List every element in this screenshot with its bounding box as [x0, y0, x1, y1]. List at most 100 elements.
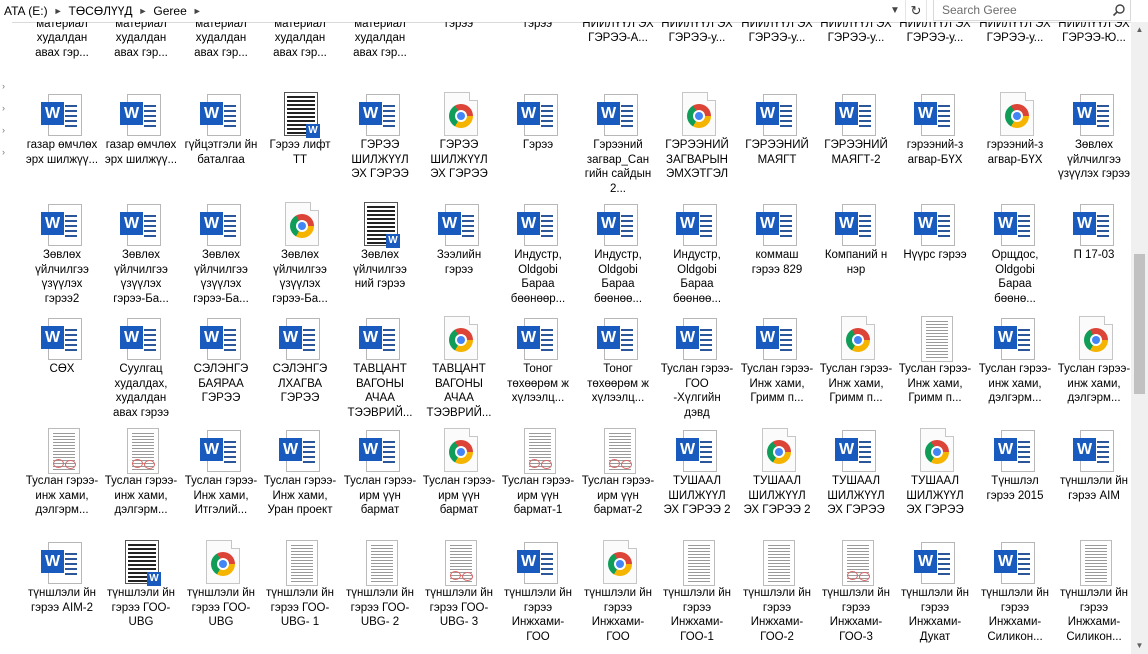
file-item[interactable]: Туслан гэрээ-ирм үүн бармат — [421, 428, 497, 518]
file-item[interactable]: W Зөвлөх үйлчилгээ үзүүлэх гэрээ2 — [24, 202, 100, 306]
file-item[interactable]: W ТАВЦАНТ ВАГОНЫ АЧАА ТЭЭВРИЙ... — [342, 316, 418, 420]
file-item[interactable]: түншлэли йн гэрээ ГОО-UBG- 3 — [421, 540, 497, 630]
file-item[interactable]: Wтүншлэли йн гэрээ AIM — [1056, 428, 1130, 503]
chevron-down-icon[interactable]: ▼ — [886, 0, 904, 21]
search-icon[interactable] — [1112, 3, 1126, 17]
file-item[interactable]: W Зөвлөх үйлчилгээ үзүүлэх гэрээ-Ба... — [183, 202, 259, 306]
file-item[interactable]: БЭЛТГЭН НИЙЛҮҮЛ ЭХ ГЭРЭЭ-у... — [977, 22, 1053, 46]
file-item[interactable]: W СЭЛЭНГЭ БАЯРАА ГЭРЭЭ — [183, 316, 259, 406]
file-item[interactable]: Wтүншлэли йн гэрээ Инжхами- ГОО — [500, 540, 576, 644]
file-item[interactable]: БЭЛТГЭН НИЙЛҮҮЛ ЭХ ГЭРЭЭ-Ю... — [1056, 22, 1130, 46]
file-item[interactable]: W Туслан гэрээ-Инж хами, Итгэлий... — [183, 428, 259, 518]
file-item[interactable]: W ТУШААЛ ШИЛЖҮҮЛ ЭХ ГЭРЭЭ — [818, 428, 894, 518]
file-item[interactable]: Wкоммаш гэрээ 829 — [739, 202, 815, 277]
chevron-right-icon[interactable]: ► — [191, 6, 204, 16]
file-item[interactable]: түншлэли йн гэрээ Инжхами- ГОО-1 — [659, 540, 735, 644]
file-item[interactable]: W Гэрээний загвар_Сан гийн сайдын 2... — [580, 92, 656, 196]
file-item[interactable]: Туслан гэрээ-Инж хами, Гримм п... — [897, 316, 973, 406]
file-item[interactable]: ТУШААЛ ШИЛЖҮҮЛ ЭХ ГЭРЭЭ 2 — [739, 428, 815, 518]
expand-chevron-icon[interactable]: › — [2, 126, 10, 135]
file-item[interactable]: бараа материал худалдан авах гэр... — [183, 22, 259, 60]
file-item[interactable]: Wтүншлэли йн гэрээ Инжхами- Дукат — [897, 540, 973, 644]
file-item[interactable]: бараа материал худалдан авах гэр... — [24, 22, 100, 60]
file-item[interactable]: Wтүншлэли йн гэрээ Инжхами- Силикон... — [977, 540, 1053, 644]
file-item[interactable]: W СӨХ — [24, 316, 100, 377]
file-item[interactable]: W Туслан гэрээ-ирм үүн бармат — [342, 428, 418, 518]
scroll-up-arrow-icon[interactable]: ▲ — [1131, 22, 1148, 38]
file-item[interactable]: бараа материал худалдан авах гэр... — [342, 22, 418, 60]
file-item[interactable]: W Гэрээ лифт ТТ — [262, 92, 338, 167]
file-item[interactable]: бэлэглэл ы гэрээ — [500, 22, 576, 31]
file-item[interactable]: W ГЭРЭЭНИЙ МАЯГТ — [739, 92, 815, 167]
file-grid[interactable]: бараа материал худалдан авах гэр... бараа… — [24, 22, 1130, 654]
file-item[interactable]: W Гэрээ — [500, 92, 576, 153]
file-item[interactable]: W ГЭРЭЭНИЙ МАЯГТ-2 — [818, 92, 894, 167]
file-item[interactable]: БЭЛТГЭН НИЙЛҮҮЛ ЭХ ГЭРЭЭ-у... — [659, 22, 735, 46]
file-item[interactable]: Wгүйцэтгэли йн баталгаа — [183, 92, 259, 167]
file-item[interactable]: түншлэли йн гэрээ Инжхами- ГОО-3 — [818, 540, 894, 644]
file-item[interactable]: W Зөвлөх үйлчилгээ үзүүлэх гэрээ — [1056, 92, 1130, 182]
file-item[interactable]: W Орщдос, Oldgobi Бараа бөөнө... — [977, 202, 1053, 306]
file-item[interactable]: W Түншлэл гэрээ 2015 — [977, 428, 1053, 503]
file-item[interactable]: гэрээний-з агвар-БҮХ — [977, 92, 1053, 167]
file-item[interactable]: бэлэглэл ы гэрээ — [421, 22, 497, 31]
file-item[interactable]: W Индустр, Oldgobi Бараа бөөнөө... — [659, 202, 735, 306]
file-item[interactable]: БЭЛТГЭН НИЙЛҮҮЛ ЭХ ГЭРЭЭ-у... — [739, 22, 815, 46]
file-item[interactable]: Wтүншлэли йн гэрээ ГОО-UBG — [103, 540, 179, 630]
navigation-pane[interactable]: › › › › — [0, 22, 12, 654]
file-item[interactable]: W Зээлийн гэрээ — [421, 202, 497, 277]
file-item[interactable]: БЭЛТГЭН НИЙЛҮҮЛ ЭХ ГЭРЭЭ-у... — [897, 22, 973, 46]
file-item[interactable]: Wгазар өмчлөх эрх шилжүү... — [103, 92, 179, 167]
file-item[interactable]: ТАВЦАНТ ВАГОНЫ АЧАА ТЭЭВРИЙ... — [421, 316, 497, 420]
file-item[interactable]: ТУШААЛ ШИЛЖҮҮЛ ЭХ ГЭРЭЭ — [897, 428, 973, 518]
file-item[interactable]: Зөвлөх үйлчилгээ үзүүлэх гэрээ-Ба... — [262, 202, 338, 306]
file-item[interactable]: түншлэли йн гэрээ Инжхами- Силикон... — [1056, 540, 1130, 644]
file-item[interactable]: WП 17-03 — [1056, 202, 1130, 263]
file-item[interactable]: БЭЛТГЭН НИЙЛҮҮЛ ЭХ ГЭРЭЭ-А... — [580, 22, 656, 46]
search-box[interactable] — [933, 0, 1131, 21]
breadcrumb[interactable]: ATA (E:) ► ТӨСӨЛҮҮД ► Geree ► — [0, 0, 886, 21]
file-item[interactable]: W Тоног төхөөрөм ж хүлээлц... — [500, 316, 576, 406]
file-item[interactable]: ГЭРЭЭНИЙ ЗАГВАРЫН ЭМХЭТГЭЛ — [659, 92, 735, 182]
file-item[interactable]: W Тоног төхөөрөм ж хүлээлц... — [580, 316, 656, 406]
file-item[interactable]: W Туслан гэрээ-инж хами, дэлгэрм... — [977, 316, 1053, 406]
breadcrumb-drive[interactable]: ATA (E:) — [0, 4, 52, 18]
chevron-right-icon[interactable]: ► — [52, 6, 65, 16]
vertical-scrollbar[interactable]: ▲ ▼ — [1131, 22, 1148, 654]
file-item[interactable]: бараа материал худалдан авах гэр... — [262, 22, 338, 60]
file-item[interactable]: W Нүүрс гэрээ — [897, 202, 973, 263]
file-item[interactable]: W Зөвлөх үйлчилгээ ний гэрээ — [342, 202, 418, 292]
file-item[interactable]: W СЭЛЭНГЭ ЛХАГВА ГЭРЭЭ — [262, 316, 338, 406]
expand-chevron-icon[interactable]: › — [2, 104, 10, 113]
file-item[interactable]: Туслан гэрээ-инж хами, дэлгэрм... — [103, 428, 179, 518]
file-item[interactable]: W Туслан гэрээ-Инж хами, Гримм п... — [739, 316, 815, 406]
file-item[interactable]: W Суулгац худалдах, худалдан авах гэрээ — [103, 316, 179, 420]
chevron-right-icon[interactable]: ► — [137, 6, 150, 16]
breadcrumb-projects[interactable]: ТӨСӨЛҮҮД — [64, 4, 136, 18]
refresh-icon[interactable]: ↻ — [905, 0, 927, 21]
file-item[interactable]: Wгэрээний-з агвар-БҮХ — [897, 92, 973, 167]
file-item[interactable]: Туслан гэрээ-инж хами, дэлгэрм... — [24, 428, 100, 518]
file-item[interactable]: ГЭРЭЭ ШИЛЖҮҮЛ ЭХ ГЭРЭЭ — [421, 92, 497, 182]
file-item[interactable]: түншлэли йн гэрээ ГОО-UBG — [183, 540, 259, 630]
file-item[interactable]: W ТУШААЛ ШИЛЖҮҮЛ ЭХ ГЭРЭЭ 2 — [659, 428, 735, 518]
file-item[interactable]: Wгазар өмчлөх эрх шилжүү... — [24, 92, 100, 167]
file-item[interactable]: бараа материал худалдан авах гэр... — [103, 22, 179, 60]
file-item[interactable]: W Индустр, Oldgobi Бараа бөөнөөр... — [500, 202, 576, 306]
file-item[interactable]: Туслан гэрээ-Инж хами, Гримм п... — [818, 316, 894, 406]
file-item[interactable]: түншлэли йн гэрээ Инжхами- ГОО-2 — [739, 540, 815, 644]
file-item[interactable]: Туслан гэрээ-ирм үүн бармат-2 — [580, 428, 656, 518]
file-item[interactable]: W Компаний н нэр — [818, 202, 894, 277]
scroll-down-arrow-icon[interactable]: ▼ — [1131, 638, 1148, 654]
scrollbar-thumb[interactable] — [1134, 254, 1145, 394]
expand-chevron-icon[interactable]: › — [2, 82, 10, 91]
breadcrumb-current-folder[interactable]: Geree — [149, 4, 190, 18]
file-item[interactable]: Wтүншлэли йн гэрээ AIM-2 — [24, 540, 100, 615]
file-item[interactable]: W Зөвлөх үйлчилгээ үзүүлэх гэрээ-Ба... — [103, 202, 179, 306]
file-item[interactable]: W Туслан гэрээ-ГОО -Хүлгийн дэвд — [659, 316, 735, 420]
file-item[interactable]: Туслан гэрээ-инж хами, дэлгэрм... — [1056, 316, 1130, 406]
file-item[interactable]: түншлэли йн гэрээ ГОО-UBG- 1 — [262, 540, 338, 630]
file-item[interactable]: W Туслан гэрээ-Инж хами, Уран проект — [262, 428, 338, 518]
file-item[interactable]: Туслан гэрээ-ирм үүн бармат-1 — [500, 428, 576, 518]
file-item[interactable]: W ГЭРЭЭ ШИЛЖҮҮЛ ЭХ ГЭРЭЭ — [342, 92, 418, 182]
